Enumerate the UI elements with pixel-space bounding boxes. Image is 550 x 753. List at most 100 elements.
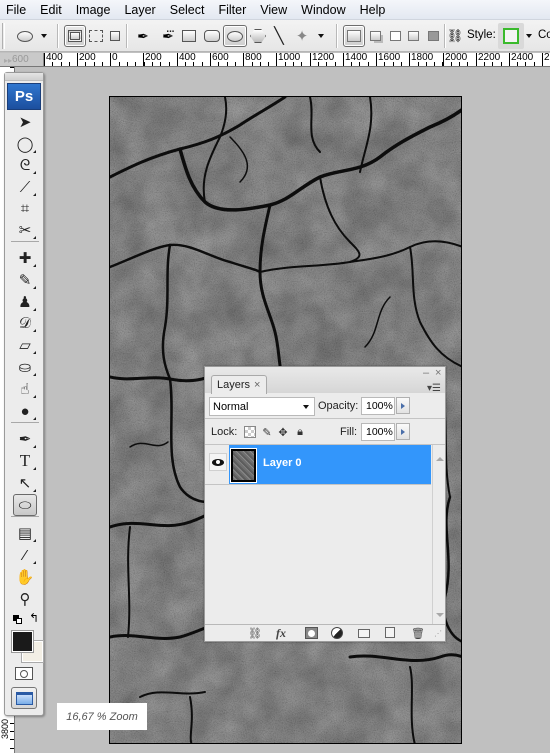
path-selection-tool[interactable]: ↖ bbox=[13, 472, 37, 494]
screen-mode-button[interactable] bbox=[11, 687, 37, 709]
ruler-tick bbox=[169, 62, 170, 66]
slice-tool[interactable]: ✂ bbox=[13, 219, 37, 241]
paint-bucket-tool[interactable]: ⛀ bbox=[13, 356, 37, 378]
menu-edit[interactable]: Edit bbox=[33, 3, 69, 17]
menu-layer[interactable]: Layer bbox=[117, 3, 162, 17]
ruler-tick bbox=[459, 62, 460, 66]
minimize-icon[interactable]: – bbox=[423, 367, 429, 379]
move-tool[interactable]: ➤ bbox=[13, 111, 37, 133]
quick-selection-tool[interactable]: ⟋ bbox=[13, 176, 37, 198]
layer-mask-icon[interactable] bbox=[305, 627, 318, 639]
pen-tool-button[interactable]: ✒ bbox=[134, 25, 152, 47]
ellipse-tool-button[interactable] bbox=[223, 25, 247, 47]
ruler-tick bbox=[351, 62, 352, 66]
menu-view[interactable]: View bbox=[253, 3, 294, 17]
history-brush-tool[interactable]: 𝒟 bbox=[13, 312, 37, 334]
type-tool[interactable]: T bbox=[13, 450, 37, 472]
lock-transparent-icon[interactable] bbox=[244, 426, 256, 438]
pen-tool[interactable]: ✒ bbox=[13, 428, 37, 450]
custom-shape-tool-button[interactable]: ✦ bbox=[292, 25, 312, 47]
menu-select[interactable]: Select bbox=[163, 3, 212, 17]
tool-preset-dropdown[interactable] bbox=[38, 25, 50, 47]
eraser-tool[interactable]: ▱ bbox=[13, 334, 37, 356]
swap-colors-icon[interactable]: ↰ bbox=[29, 611, 39, 625]
foreground-color-swatch[interactable] bbox=[11, 630, 34, 653]
new-layer-icon[interactable] bbox=[385, 627, 395, 638]
horizontal-ruler[interactable]: 600 ▸▸ 400 200 0 200 400 600 800 1000 120… bbox=[0, 53, 550, 67]
eyedropper-tool[interactable]: ⁄ bbox=[13, 544, 37, 566]
flyout-indicator-icon bbox=[30, 308, 36, 311]
subtract-shape-button[interactable] bbox=[386, 25, 404, 47]
flyout-indicator-icon bbox=[30, 286, 36, 289]
panel-menu-icon[interactable]: ▾☰ bbox=[427, 383, 441, 394]
close-icon[interactable]: × bbox=[435, 367, 441, 379]
menu-file[interactable]: File bbox=[0, 3, 33, 17]
healing-brush-tool[interactable]: ✚ bbox=[13, 247, 37, 269]
shape-tool[interactable]: ⬭ bbox=[13, 494, 37, 516]
freeform-pen-tool-button[interactable]: ✒⃛ bbox=[158, 25, 178, 47]
create-new-shape-button[interactable] bbox=[343, 25, 365, 47]
lock-all-icon[interactable]: 🔒︎ bbox=[294, 426, 306, 438]
opacity-slider-button[interactable] bbox=[396, 397, 410, 414]
add-to-shape-button[interactable] bbox=[366, 25, 384, 47]
rounded-rectangle-tool-button[interactable] bbox=[202, 25, 222, 47]
ruler-label: 1800 bbox=[409, 53, 433, 66]
style-swatch bbox=[503, 28, 519, 44]
link-layers-icon[interactable]: ⛓ bbox=[248, 627, 262, 640]
scroll-down-icon[interactable] bbox=[436, 613, 444, 617]
layer-row[interactable]: Layer 0 bbox=[205, 445, 431, 485]
layers-scrollbar[interactable] bbox=[432, 445, 445, 625]
add-icon bbox=[369, 31, 381, 41]
link-style-button[interactable]: ⛓ bbox=[447, 25, 464, 47]
visibility-toggle[interactable] bbox=[209, 453, 227, 471]
paths-mode-button[interactable] bbox=[86, 25, 106, 47]
crop-tool[interactable]: ⌗ bbox=[13, 197, 37, 219]
style-picker[interactable] bbox=[498, 23, 524, 49]
resize-grip-icon[interactable]: ⋰ bbox=[434, 627, 442, 639]
fill-slider-button[interactable] bbox=[396, 423, 410, 440]
shape-layers-mode-button[interactable] bbox=[64, 25, 86, 47]
adjustment-layer-icon[interactable] bbox=[331, 627, 343, 639]
ruler-tick bbox=[326, 62, 327, 66]
menu-help[interactable]: Help bbox=[353, 3, 393, 17]
tab-close-icon[interactable]: × bbox=[254, 379, 260, 391]
zoom-tool[interactable]: ⚲ bbox=[13, 588, 37, 610]
clone-stamp-tool[interactable]: ♟ bbox=[13, 291, 37, 313]
default-colors-button[interactable] bbox=[13, 615, 22, 624]
quick-mask-button[interactable] bbox=[15, 667, 33, 680]
trash-icon[interactable]: 🗑︎ bbox=[411, 627, 425, 640]
line-tool-button[interactable]: ╲ bbox=[270, 25, 288, 47]
tab-layers[interactable]: Layers × bbox=[211, 375, 267, 394]
scroll-up-icon[interactable] bbox=[436, 457, 444, 461]
lock-image-icon[interactable]: ✎ bbox=[261, 426, 273, 439]
fx-icon[interactable]: fx bbox=[276, 626, 286, 640]
polygon-tool-button[interactable] bbox=[249, 25, 267, 47]
blur-tool[interactable]: ☝ bbox=[13, 378, 37, 400]
fill-input[interactable]: 100% bbox=[361, 423, 395, 441]
hand-tool[interactable]: ✋ bbox=[13, 566, 37, 588]
color-label: Co bbox=[538, 29, 550, 41]
fill-pixels-mode-button[interactable] bbox=[106, 25, 124, 47]
style-dropdown[interactable] bbox=[525, 25, 533, 47]
options-bar-grip[interactable] bbox=[2, 23, 5, 49]
blend-mode-select[interactable]: Normal bbox=[209, 397, 315, 416]
lasso-tool[interactable]: ᘓ bbox=[13, 154, 37, 176]
tool-preset-picker[interactable] bbox=[14, 25, 36, 47]
exclude-shape-button[interactable] bbox=[424, 25, 442, 47]
lock-position-icon[interactable]: ✥ bbox=[277, 426, 289, 439]
intersect-shape-button[interactable] bbox=[404, 25, 422, 47]
dodge-tool[interactable]: ● bbox=[13, 400, 37, 422]
shape-options-dropdown[interactable] bbox=[316, 25, 326, 47]
tools-panel-titlebar[interactable] bbox=[5, 73, 43, 81]
rectangle-tool-button[interactable] bbox=[180, 25, 198, 47]
menu-filter[interactable]: Filter bbox=[211, 3, 253, 17]
menu-image[interactable]: Image bbox=[69, 3, 118, 17]
notes-tool[interactable]: ▤ bbox=[13, 522, 37, 544]
tools-panel: Ps ➤ ◯ ᘓ ⟋ ⌗ ✂ ✚ ✎ ♟ 𝒟 ▱ ⛀ ☝ ● ✒ T ↖ ⬭ ▤ ⁄ ✋ ⚲ ↰ bbox=[4, 72, 44, 716]
menu-window[interactable]: Window bbox=[294, 3, 352, 17]
group-folder-icon[interactable] bbox=[358, 629, 370, 638]
marquee-tool[interactable]: ◯ bbox=[13, 133, 37, 155]
brush-tool[interactable]: ✎ bbox=[13, 269, 37, 291]
opacity-input[interactable]: 100% bbox=[361, 397, 395, 415]
layer-name[interactable]: Layer 0 bbox=[263, 457, 302, 469]
